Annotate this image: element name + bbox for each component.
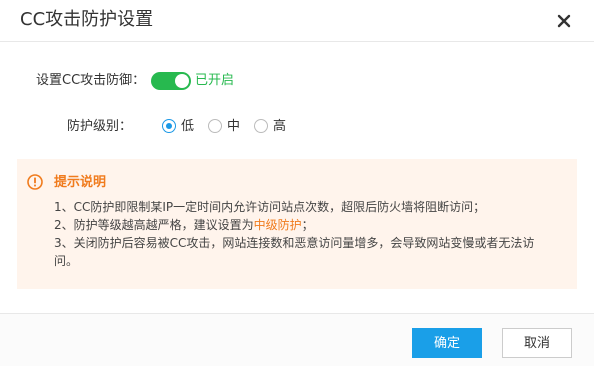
cc-protection-dialog: CC攻击防护设置 设置CC攻击防御： 已开启 防护级别： 低 中 高 提示说明 [0,0,594,366]
notice-line-2: 2、防护等级越高越严格，建议设置为中级防护； [54,217,564,234]
level-label: 防护级别： [66,119,132,134]
confirm-button[interactable]: 确定 [412,328,482,358]
radio-level-high[interactable]: 高 [254,118,294,136]
dialog-title: CC攻击防护设置 [20,9,154,30]
radio-circle [162,119,176,133]
radio-level-low[interactable]: 低 [162,118,202,136]
close-icon[interactable] [553,10,575,32]
toggle-knob [175,74,189,88]
dialog-header: CC攻击防护设置 [0,0,594,42]
protection-toggle[interactable] [151,72,191,90]
protection-label: 设置CC攻击防御： [36,73,146,88]
radio-circle [254,119,268,133]
radio-circle [208,119,222,133]
notice-line-3a: 3、关闭防护后容易被CC攻击，网站连接数和恶意访问量增多，会导致网站变慢或者无法… [54,236,535,250]
notice-line-3b: 问。 [54,254,79,268]
protection-status: 已开启 [195,73,235,88]
notice-line-1: 1、CC防护即限制某IP一定时间内允许访问站点次数，超限后防火墙将阻断访问； [54,200,486,214]
radio-label-low: 低 [181,119,195,134]
notice-highlight: 中级防护 [253,218,302,232]
radio-label-medium: 中 [227,119,241,134]
radio-label-high: 高 [273,119,287,134]
notice-box: 提示说明 1、CC防护即限制某IP一定时间内允许访问站点次数，超限后防火墙将阻断… [17,159,577,289]
notice-title: 提示说明 [54,175,107,190]
notice-line-2-prefix: 2、防护等级越高越严格，建议设置为 [54,218,254,232]
cancel-button[interactable]: 取消 [502,328,572,358]
notice-line-2-suffix: ； [301,218,314,232]
radio-level-medium[interactable]: 中 [208,118,248,136]
warning-icon [27,174,43,190]
